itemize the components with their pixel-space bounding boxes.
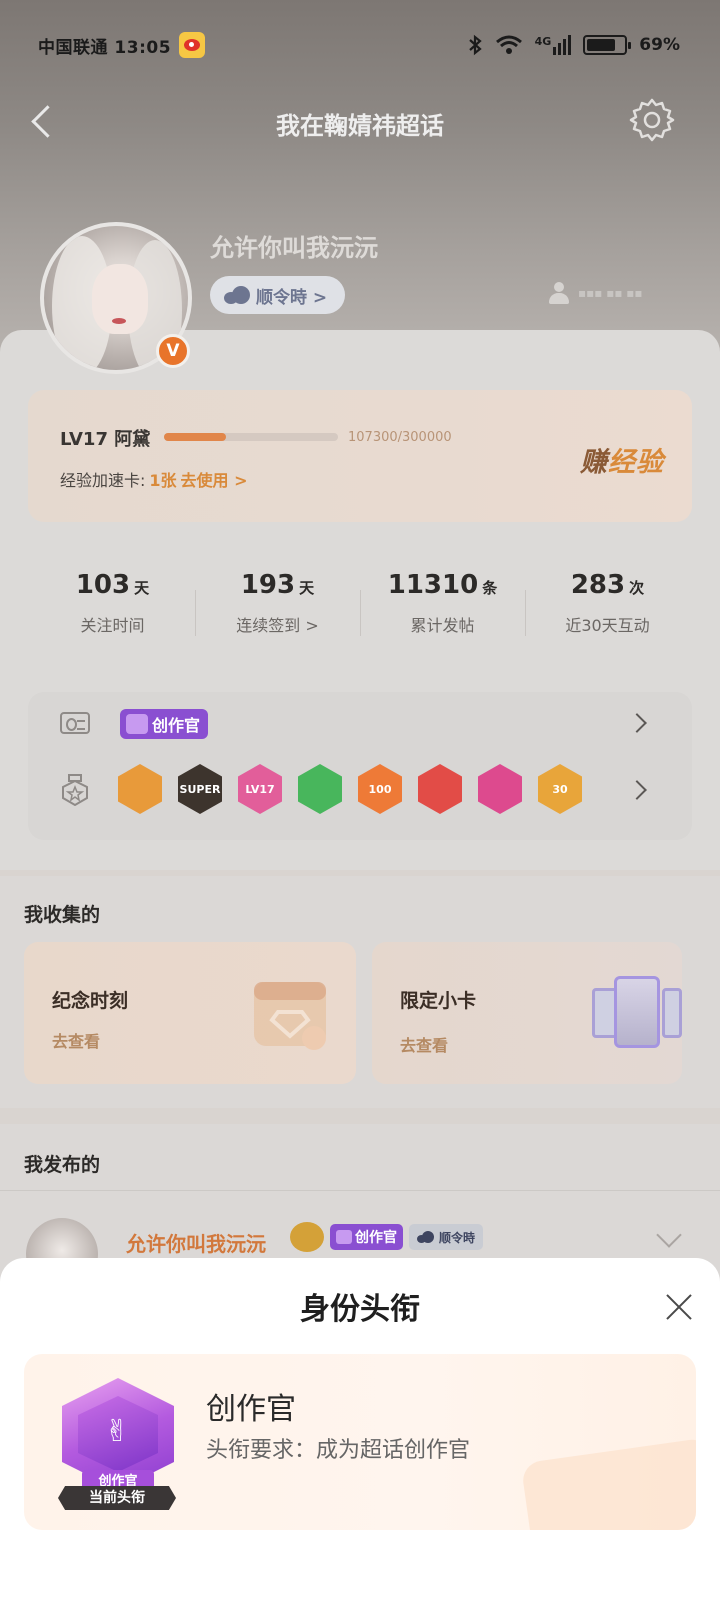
creator-hand-icon: ✌ (104, 1414, 130, 1449)
stat-checkin-days[interactable]: 193 天 连续签到 > (195, 570, 360, 660)
crown-medal[interactable] (118, 764, 162, 814)
stat-follow-days: 103 天 关注时间 (75, 570, 150, 635)
stats-row: 103 天 关注时间 193 天 连续签到 > 11310 条 累计发帖 283 次 近… (30, 570, 690, 660)
posted-title: 我发布的 (24, 1154, 101, 1176)
rank-chip-label: 顺令時 > (256, 287, 328, 308)
post-creator-tag: 创作官 (330, 1224, 403, 1250)
limited-card-title: 限定小卡 (400, 990, 477, 1012)
weibo-app-icon (179, 32, 206, 58)
creator-title-tag[interactable]: 创作官 (120, 709, 209, 739)
memorial-card-title: 纪念时刻 (52, 990, 129, 1012)
medal-list[interactable]: SUPER LV17 100 30 (118, 764, 582, 814)
post-rank-tag: 顺令時 (409, 1224, 484, 1250)
top-nav: 我在鞠婧祎超话 (0, 92, 720, 152)
bluetooth-icon (468, 34, 482, 56)
stat-interactions: 283 次 近30天互动 (525, 570, 690, 660)
stat-posts: 11310 条 累计发帖 (360, 570, 525, 660)
follow-info: ▪▪▪ ▪▪ ▪▪ (548, 282, 688, 304)
signal-icon: 4G (535, 35, 572, 55)
memorial-card-link: 去查看 (52, 1032, 101, 1051)
super-medal[interactable]: SUPER (178, 764, 222, 814)
close-icon[interactable] (664, 1292, 694, 1322)
creator-icon (126, 714, 148, 734)
calendar-illustration-icon (254, 982, 326, 1050)
title-requirement: 头衔要求：成为超话创作官 (206, 1438, 471, 1463)
hand-medal[interactable] (298, 764, 342, 814)
sheet-title: 身份头衔 (300, 1292, 420, 1327)
title-name: 创作官 (206, 1392, 296, 1427)
settings-gear-icon[interactable] (628, 96, 676, 144)
crown-icon (290, 1222, 324, 1252)
status-bar: 中国联通 13:05 4G 69% (38, 30, 680, 60)
trophy-medal[interactable] (418, 764, 462, 814)
30days-medal[interactable]: 30 (538, 764, 582, 814)
lv17-medal[interactable]: LV17 (238, 764, 282, 814)
id-card-icon (60, 712, 90, 734)
verified-badge: V (156, 334, 190, 368)
boost-card-row[interactable]: 经验加速卡: 1张 去使用 > (60, 467, 248, 491)
username: 允许你叫我沅沅 (210, 234, 378, 262)
wifi-icon (495, 35, 522, 54)
person-icon (548, 282, 570, 304)
battery-icon (583, 35, 632, 55)
cloud-icon (224, 286, 250, 304)
100days-medal[interactable]: 100 (358, 764, 402, 814)
graduate-medal[interactable] (478, 764, 522, 814)
post-author-name[interactable]: 允许你叫我沅沅 (126, 1228, 266, 1257)
post-author-badges: 创作官 顺令時 (290, 1222, 484, 1252)
photo-card-illustration (592, 976, 682, 1052)
creator-title-badge: ✌ 创作官 当前头衔 (58, 1378, 176, 1510)
page-title: 我在鞠婧祎超话 (276, 112, 444, 140)
level-progress-text: 107300/300000 (348, 430, 452, 445)
medal-outline-icon (62, 774, 88, 806)
level-label: LV17 阿黛 (60, 429, 151, 450)
carrier-label: 中国联通 13:05 (38, 37, 172, 58)
battery-percent: 69% (639, 35, 680, 55)
earn-exp-button[interactable]: 赚经验 (580, 440, 664, 479)
collected-title: 我收集的 (24, 904, 101, 926)
limited-card-link: 去查看 (400, 1036, 449, 1055)
rank-chip[interactable]: 顺令時 > (210, 276, 346, 314)
level-progress-bar (164, 433, 338, 441)
current-title-ribbon: 当前头衔 (58, 1486, 176, 1510)
